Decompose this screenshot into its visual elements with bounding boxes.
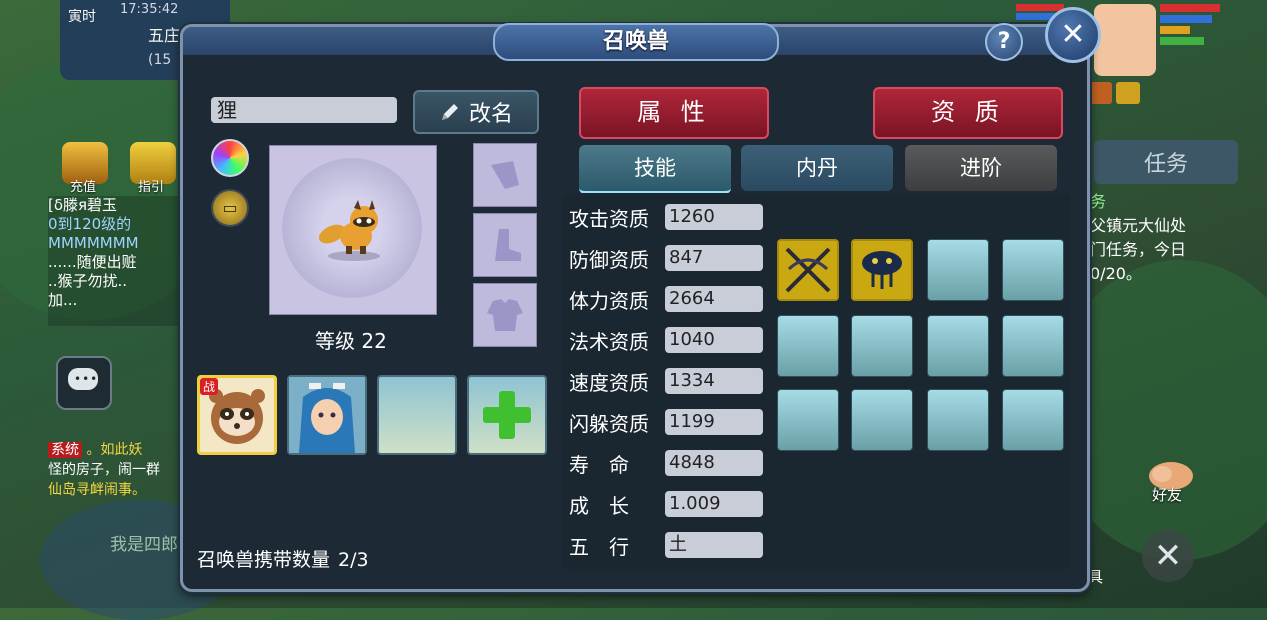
recharge-label: 充值 bbox=[70, 180, 97, 195]
skill-slot[interactable] bbox=[851, 389, 913, 451]
chat-line: [δ滕я碧玉 bbox=[48, 196, 118, 214]
guide-label: 指引 bbox=[138, 180, 165, 195]
armor-icon bbox=[487, 299, 523, 331]
stat-row-speed: 速度资质 1334 bbox=[569, 367, 763, 395]
aptitude-panel: 攻击资质 1260 防御资质 847 体力资质 2664 法术资质 1040 速… bbox=[563, 193, 1071, 569]
close-menu-icon[interactable]: ✕ bbox=[1142, 530, 1194, 582]
bottom-hint: 我是四郎 bbox=[110, 535, 178, 555]
pencil-icon bbox=[441, 104, 458, 120]
battle-tag: 战 bbox=[200, 378, 219, 395]
pet-preview bbox=[269, 145, 437, 315]
tool-label: 具 bbox=[1088, 568, 1104, 586]
chat-log[interactable]: [δ滕я碧玉 0到120级的 MMMMMMM ......随便出赃 ..猴子勿扰… bbox=[48, 196, 188, 326]
skill-slot[interactable] bbox=[851, 239, 913, 301]
chat-line: 加... bbox=[48, 291, 78, 309]
skill-slot[interactable] bbox=[777, 389, 839, 451]
color-dye-icon[interactable] bbox=[211, 139, 249, 177]
tab-aptitude[interactable]: 资 质 bbox=[873, 87, 1063, 139]
chat-line: ..猴子勿扰.. bbox=[48, 272, 128, 290]
skill-slot[interactable] bbox=[927, 389, 989, 451]
dialog-title: 召唤兽 bbox=[493, 23, 779, 61]
task-tracker[interactable]: 务 父镇元大仙处 门任务，今日 0/20。 bbox=[1090, 190, 1186, 286]
tab-inner-pill[interactable]: 内丹 bbox=[741, 145, 893, 191]
skill-slot[interactable] bbox=[927, 239, 989, 301]
dialog-close-button[interactable]: ✕ bbox=[1045, 7, 1101, 63]
rename-button[interactable]: 改名 bbox=[413, 90, 539, 134]
pet-slot-girl[interactable] bbox=[287, 375, 367, 455]
task-tab[interactable]: 任务 bbox=[1094, 140, 1238, 184]
skill-slot[interactable] bbox=[777, 239, 839, 301]
system-chat: 系统 。如此妖 怪的房子，闹一群 仙岛寻衅闹事。 bbox=[48, 442, 160, 498]
rename-label: 改名 bbox=[468, 102, 513, 127]
rank-badge-icon[interactable]: ▭ bbox=[211, 189, 249, 227]
skill-slot[interactable] bbox=[1002, 239, 1064, 301]
tab-skills[interactable]: 技能 bbox=[579, 145, 731, 194]
raccoon-pet-image bbox=[318, 200, 380, 261]
blue-hair-girl-portrait-icon bbox=[289, 377, 365, 453]
summon-beast-dialog: 召唤兽 ? ✕ 狸 改名 ▭ 等级 22 战 召唤兽携带数量 2/3 属 性 资… bbox=[180, 7, 1101, 592]
tab-attributes[interactable]: 属 性 bbox=[579, 87, 769, 139]
tab-advance[interactable]: 进阶 bbox=[905, 145, 1057, 191]
add-pet-slot[interactable] bbox=[467, 375, 547, 455]
boot-icon bbox=[495, 229, 521, 261]
friend-label: 好友 bbox=[1152, 486, 1183, 504]
system-tag: 系统 bbox=[48, 442, 82, 458]
skill-slot[interactable] bbox=[777, 315, 839, 377]
plus-icon bbox=[483, 391, 531, 439]
stat-row-defense: 防御资质 847 bbox=[569, 244, 763, 272]
chat-line: ......随便出赃 bbox=[48, 253, 137, 271]
pet-slot-raccoon[interactable]: 战 bbox=[197, 375, 277, 455]
player-avatar[interactable] bbox=[1094, 4, 1156, 76]
location-coord: (15 bbox=[148, 52, 172, 68]
stat-row-attack: 攻击资质 1260 bbox=[569, 203, 763, 231]
pet-level: 等级 22 bbox=[315, 329, 387, 353]
clock-time: 17:35:42 bbox=[120, 2, 179, 17]
chat-line: 0到120级的 bbox=[48, 215, 132, 233]
skill-slot[interactable] bbox=[1002, 315, 1064, 377]
stat-row-growth: 成 长 1.009 bbox=[569, 490, 763, 518]
equip-slot-boots[interactable] bbox=[473, 213, 537, 277]
equip-slot-collar[interactable] bbox=[473, 143, 537, 207]
player-status-bars bbox=[1160, 4, 1222, 48]
time-period: 寅时 bbox=[68, 9, 96, 25]
chat-button[interactable]: ••• bbox=[56, 356, 112, 410]
location-name: 五庄 bbox=[148, 26, 181, 45]
carry-count: 召唤兽携带数量 2/3 bbox=[197, 549, 369, 571]
pet-slot-empty[interactable] bbox=[377, 375, 457, 455]
skill-slot[interactable] bbox=[927, 315, 989, 377]
collar-icon bbox=[491, 161, 519, 189]
stat-row-stamina: 体力资质 2664 bbox=[569, 285, 763, 313]
chat-line: MMMMMMM bbox=[48, 234, 139, 252]
stat-row-element: 五 行 土 bbox=[569, 531, 763, 559]
pet-name-field[interactable]: 狸 bbox=[211, 97, 397, 123]
equip-slot-armor[interactable] bbox=[473, 283, 537, 347]
help-button[interactable]: ? bbox=[985, 23, 1023, 61]
stat-row-magic: 法术资质 1040 bbox=[569, 326, 763, 354]
stat-row-dodge: 闪躲资质 1199 bbox=[569, 408, 763, 436]
skill-slot[interactable] bbox=[851, 315, 913, 377]
snake-mask-icon bbox=[853, 241, 911, 299]
treasure-icon[interactable] bbox=[1116, 82, 1140, 104]
skill-slot[interactable] bbox=[1002, 389, 1064, 451]
buff-icon[interactable] bbox=[1088, 82, 1112, 104]
crossed-swords-icon bbox=[779, 241, 837, 299]
stat-row-lifespan: 寿 命 4848 bbox=[569, 449, 763, 477]
